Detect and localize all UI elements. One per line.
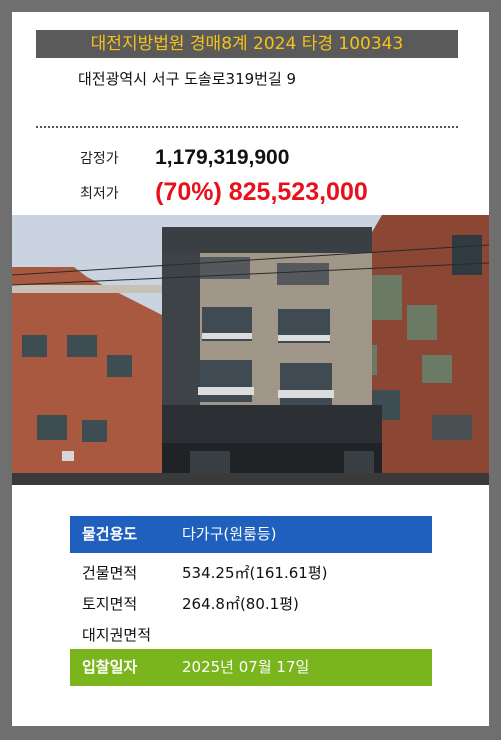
- appraisal-row: 감정가 1,179,319,900: [80, 146, 289, 170]
- auction-card: 대전지방법원 경매8계 2024 타경 100343 대전광역시 서구 도솔로3…: [12, 12, 489, 726]
- bid-date-row: 입찰일자 2025년 07월 17일: [70, 649, 432, 686]
- minimum-price-row: 최저가 (70%) 825,523,000: [80, 178, 368, 207]
- case-title: 대전지방법원 경매8계 2024 타경 100343: [36, 30, 458, 58]
- minimum-price-value: (70%) 825,523,000: [155, 178, 368, 206]
- divider: [36, 126, 458, 128]
- building-photo: [12, 215, 489, 485]
- property-address: 대전광역시 서구 도솔로319번길 9: [78, 70, 297, 88]
- appraisal-label: 감정가: [80, 151, 119, 167]
- usage-row: 물건용도 다가구(원룸등): [70, 516, 432, 553]
- bid-date-value: 2025년 07월 17일: [182, 658, 310, 676]
- minimum-price-label: 최저가: [80, 185, 119, 202]
- usage-value: 다가구(원룸등): [182, 525, 277, 543]
- appraisal-value: 1,179,319,900: [155, 146, 290, 169]
- bid-date-label: 입찰일자: [82, 658, 138, 676]
- usage-label: 물건용도: [82, 525, 138, 543]
